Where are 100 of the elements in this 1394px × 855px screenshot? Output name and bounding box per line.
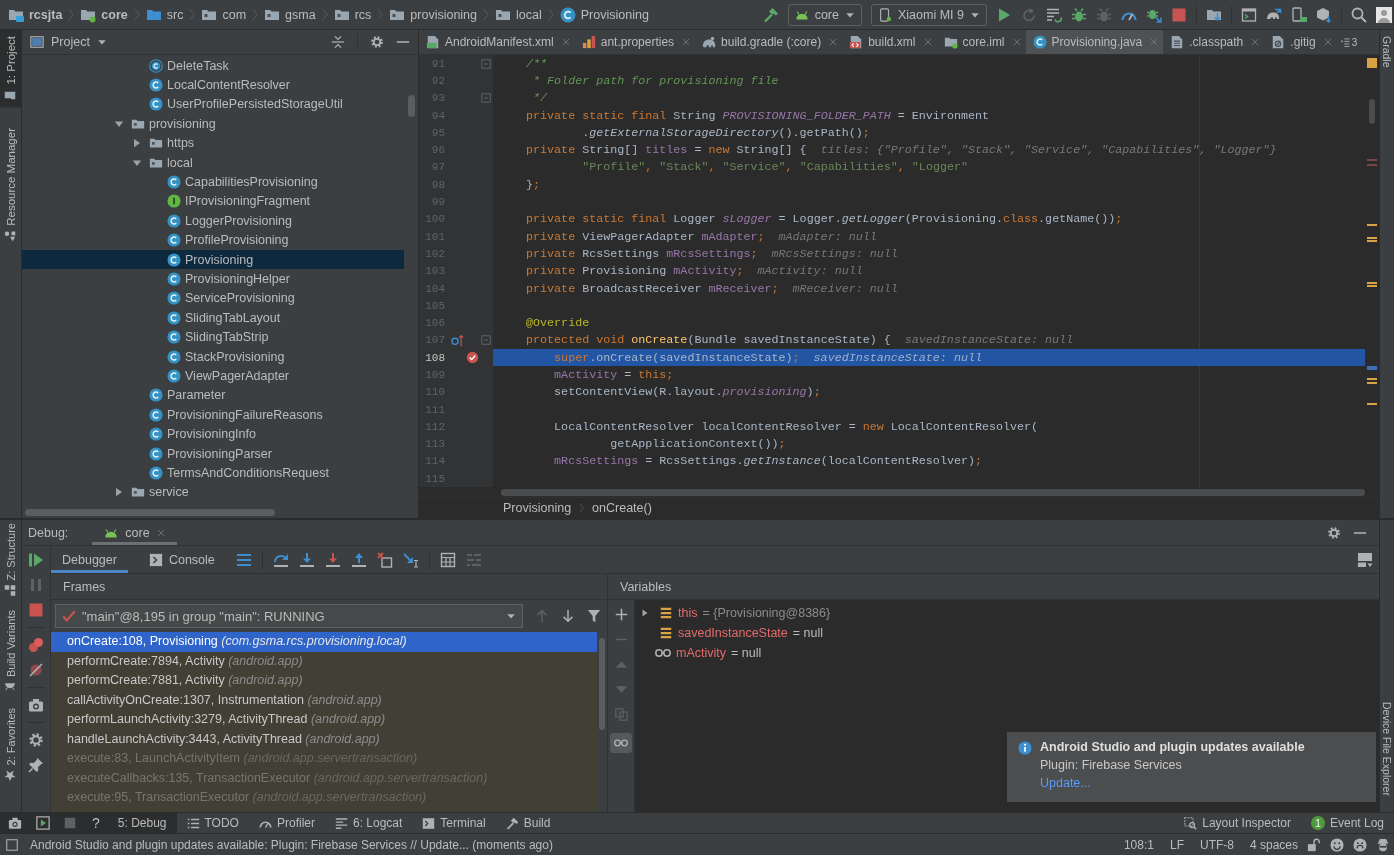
tree-item[interactable]: Parameter <box>22 385 404 406</box>
settings-icon[interactable] <box>1327 525 1341 540</box>
update-link[interactable]: Update... <box>1040 776 1091 790</box>
step-into-icon[interactable] <box>298 551 315 568</box>
close-icon[interactable] <box>829 38 838 46</box>
thread-dropdown[interactable]: "main"@8,195 in group "main": RUNNING <box>55 604 523 628</box>
editor-tab[interactable]: build.xml <box>842 30 937 54</box>
cube-download-icon[interactable] <box>1316 6 1332 23</box>
file-encoding[interactable]: UTF-8 <box>1199 837 1234 852</box>
tool-window-tab[interactable]: 1 Event Log <box>1300 813 1394 833</box>
debugger-tab[interactable]: Console <box>137 546 226 573</box>
force-step-into-icon[interactable] <box>324 551 341 568</box>
breadcrumb-item[interactable]: onCreate() <box>592 501 652 515</box>
settings-icon[interactable] <box>28 732 44 748</box>
tool-window-tab[interactable]: Build <box>495 813 561 833</box>
step-out-icon[interactable] <box>350 551 367 568</box>
hammer-icon[interactable] <box>762 6 779 23</box>
layout-icon[interactable] <box>1357 551 1373 568</box>
phone-icon[interactable] <box>1291 6 1307 23</box>
frame-item[interactable]: callActivityOnCreate:1307, Instrumentation (android.app) <box>51 690 597 710</box>
scrollbar-thumb[interactable] <box>407 95 415 117</box>
tool-window-tab[interactable]: Build Variants <box>0 607 21 697</box>
project-view-dropdown[interactable]: Project <box>30 35 107 49</box>
close-icon[interactable] <box>923 38 932 46</box>
mute-breakpoints-icon[interactable] <box>28 662 44 678</box>
editor-tab[interactable]: build.gradle (:core) <box>695 30 843 54</box>
search-icon[interactable] <box>1351 6 1367 23</box>
stop-square-icon[interactable] <box>64 817 76 829</box>
tool-window-tab[interactable]: Resource Manager <box>0 121 21 249</box>
frame-item[interactable]: onCreate:108, Provisioning (com.gsma.rcs.provisioning.local) <box>51 632 597 652</box>
breadcrumb-item[interactable]: gsma <box>264 6 316 23</box>
tree-item[interactable]: CapabilitiesProvisioning <box>22 172 404 192</box>
stop-icon[interactable] <box>1171 6 1187 23</box>
scrollbar-thumb[interactable] <box>599 638 605 730</box>
close-icon[interactable] <box>156 528 165 537</box>
apply-changes-icon[interactable] <box>1046 6 1062 23</box>
tool-window-tab[interactable]: Device File Explorer <box>1380 696 1394 802</box>
indent-setting[interactable]: 4 spaces <box>1249 837 1298 852</box>
terminal-window-icon[interactable] <box>1241 6 1257 23</box>
play-square-icon[interactable] <box>36 816 50 830</box>
breadcrumb-item[interactable]: rcsjta <box>8 6 63 23</box>
watches-toggle-button[interactable] <box>610 733 632 753</box>
close-icon[interactable] <box>1012 38 1021 46</box>
tool-window-tab[interactable]: Terminal <box>412 813 496 833</box>
frame-item[interactable]: handleLaunchActivity:3443, ActivityThread (android.app) <box>51 729 597 749</box>
tree-item[interactable]: ProvisioningFailureReasons <box>22 405 404 425</box>
square-icon[interactable] <box>6 838 18 851</box>
fold-marker-icon[interactable] <box>481 93 491 104</box>
tree-item[interactable]: SlidingTabStrip <box>22 327 404 347</box>
close-icon[interactable] <box>561 38 570 46</box>
device-dropdown[interactable]: Xiaomi MI 9 <box>871 3 987 26</box>
run-icon[interactable] <box>996 6 1012 23</box>
tree-item[interactable]: service <box>22 482 404 502</box>
avatar-icon[interactable] <box>1376 6 1392 23</box>
fold-marker-icon[interactable] <box>481 335 491 346</box>
breadcrumb-item[interactable]: com <box>201 6 247 23</box>
editor-tab[interactable]: Provisioning.java <box>1025 30 1164 54</box>
tool-window-tab[interactable]: Gradle <box>1380 30 1394 74</box>
frame-item[interactable]: performLaunchActivity:3279, ActivityThread (android.app) <box>51 710 597 730</box>
breakpoint-icon[interactable] <box>466 351 479 365</box>
camera-icon[interactable] <box>8 816 22 830</box>
tree-item[interactable]: local <box>22 152 404 173</box>
tab-overflow-button[interactable]: 3 <box>1336 30 1361 54</box>
override-icon[interactable] <box>451 333 464 347</box>
debugger-tab[interactable]: Debugger <box>51 546 128 573</box>
tree-item[interactable]: TermsAndConditionsRequest <box>22 463 404 483</box>
tool-window-tab[interactable]: TODO <box>176 813 249 833</box>
close-icon[interactable] <box>1323 38 1332 46</box>
collapsed-arrow-icon[interactable] <box>640 608 650 618</box>
editor-tab[interactable]: core.iml <box>936 30 1026 54</box>
tree-item[interactable]: LocalContentResolver <box>22 75 404 95</box>
bug-icon[interactable] <box>1071 6 1087 23</box>
tool-window-tab[interactable]: Profiler <box>248 813 325 833</box>
scrollbar-thumb[interactable] <box>1369 99 1375 124</box>
tool-window-tab[interactable]: Layout Inspector <box>1174 813 1301 833</box>
calculator-icon[interactable] <box>439 551 456 568</box>
tool-window-tab[interactable]: Z: Structure <box>0 520 21 600</box>
editor-tab[interactable]: ant.properties <box>574 30 696 54</box>
tool-window-tab[interactable]: 2: Favorites <box>0 704 21 784</box>
settings-icon[interactable] <box>370 35 384 49</box>
tree-item[interactable]: ServiceProvisioning <box>22 288 404 309</box>
tree-item[interactable]: ProvisioningInfo <box>22 424 404 444</box>
close-icon[interactable] <box>1251 38 1260 46</box>
down-arrow-icon[interactable] <box>561 609 575 623</box>
filter-icon[interactable] <box>587 609 601 623</box>
breadcrumb-item[interactable]: Provisioning <box>559 6 649 23</box>
tree-item[interactable]: provisioning <box>22 114 404 134</box>
tool-window-tab[interactable]: 6: Logcat <box>324 813 413 833</box>
menu-icon[interactable] <box>235 551 252 568</box>
breadcrumb-item[interactable]: local <box>495 6 542 23</box>
fold-marker-icon[interactable] <box>481 58 491 69</box>
pin-icon[interactable] <box>28 757 44 773</box>
configuration-dropdown[interactable]: core <box>787 3 862 26</box>
run-to-cursor-icon[interactable] <box>402 551 419 568</box>
breadcrumb-item[interactable]: Provisioning <box>503 501 572 515</box>
smiley-icon[interactable] <box>1330 837 1344 852</box>
hat-face-icon[interactable] <box>1376 837 1390 852</box>
tree-item[interactable]: ViewPagerAdapter <box>22 366 404 386</box>
drop-frame-icon[interactable] <box>376 551 393 568</box>
editor-tab[interactable]: AndroidManifest.xml <box>419 30 575 54</box>
